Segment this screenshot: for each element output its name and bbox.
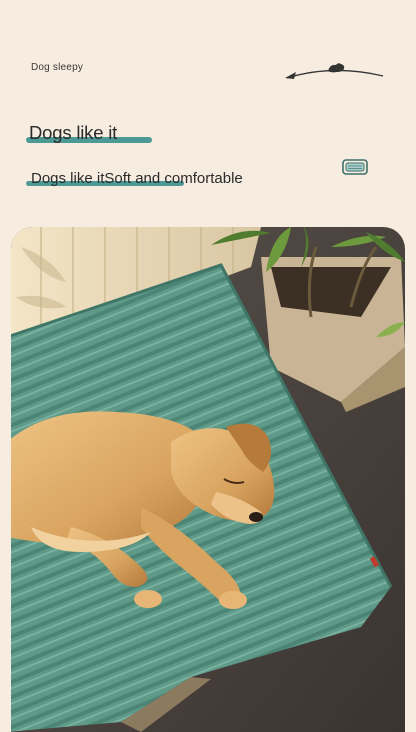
pet-bed-icon bbox=[342, 159, 368, 175]
headline: Dogs like it bbox=[29, 122, 118, 143]
subline: Dogs like itSoft and comfortable bbox=[31, 170, 243, 187]
subline-block: Dogs like itSoft and comfortable bbox=[26, 170, 243, 187]
arrow-left-with-dog-silhouette-icon bbox=[285, 63, 384, 79]
dog-sleeping-on-green-mat-photo bbox=[11, 227, 405, 732]
tag-label: Dog sleepy bbox=[31, 62, 84, 73]
headline-block: Dogs like it bbox=[26, 122, 152, 144]
